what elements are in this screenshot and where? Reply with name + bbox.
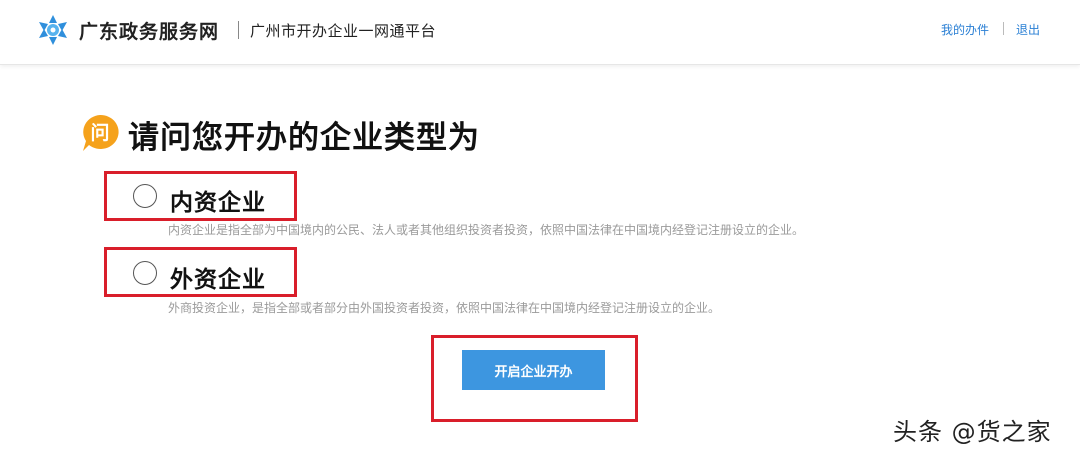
header-divider bbox=[238, 21, 239, 39]
platform-name: 广州市开办企业一网通平台 bbox=[250, 22, 437, 40]
site-name[interactable]: 广东政务服务网 bbox=[79, 17, 219, 44]
watermark-text: 头条 @货之家 bbox=[893, 418, 1052, 446]
radio-domestic[interactable] bbox=[133, 184, 157, 208]
option-foreign-label[interactable]: 外资企业 bbox=[170, 260, 266, 294]
option-foreign-description: 外商投资企业，是指全部或者部分由外国投资者投资，依照中国法律在中国境内经登记注册… bbox=[168, 301, 721, 315]
question-badge-icon: 问 bbox=[83, 114, 119, 151]
gd-gov-logo-icon[interactable] bbox=[38, 14, 68, 46]
option-domestic-label[interactable]: 内资企业 bbox=[170, 183, 266, 217]
radio-foreign[interactable] bbox=[133, 261, 157, 285]
question-title: 请问您开办的企业类型为 bbox=[128, 120, 480, 156]
start-enterprise-button[interactable]: 开启企业开办 bbox=[462, 350, 605, 390]
my-tasks-link[interactable]: 我的办件 bbox=[941, 21, 989, 38]
top-header: 广东政务服务网 广州市开办企业一网通平台 我的办件 退出 bbox=[0, 0, 1080, 65]
question-badge-label: 问 bbox=[90, 122, 109, 144]
nav-separator bbox=[1003, 22, 1004, 35]
logout-link[interactable]: 退出 bbox=[1016, 21, 1040, 38]
option-domestic-description: 内资企业是指全部为中国境内的公民、法人或者其他组织投资者投资，依照中国法律在中国… bbox=[168, 223, 805, 237]
